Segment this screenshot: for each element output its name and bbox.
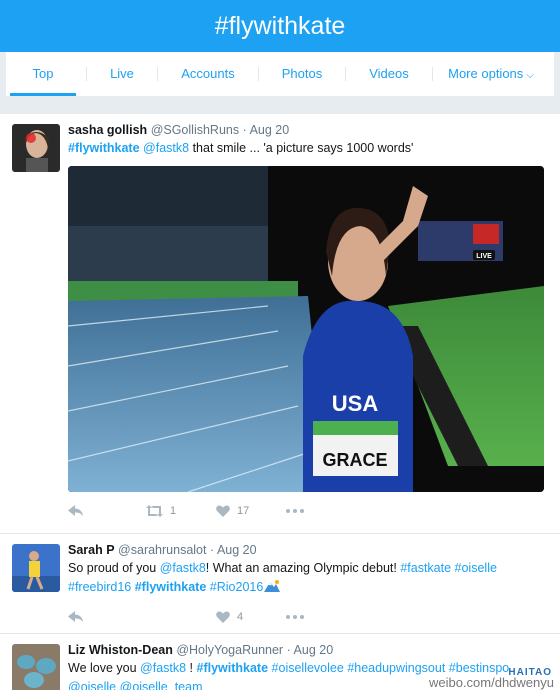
meta-separator: · — [286, 643, 291, 657]
hashtag-link[interactable]: #flywithkate — [197, 661, 269, 675]
mention-link[interactable]: @fastk8 — [140, 661, 186, 675]
tab-accounts[interactable]: Accounts — [158, 52, 258, 96]
like-count: 17 — [237, 505, 250, 517]
tweet-header: Liz Whiston-Dean @HolyYogaRunner · Aug 2… — [68, 642, 548, 659]
tweet-date[interactable]: Aug 20 — [294, 643, 334, 657]
tweet-text-part: that smile ... 'a picture says 1000 word… — [189, 141, 414, 155]
search-tabs: Top Live Accounts Photos Videos More opt… — [6, 52, 554, 96]
hashtag-link[interactable]: #freebird16 — [68, 580, 131, 594]
reply-button[interactable] — [68, 611, 216, 623]
mention-link[interactable]: @oiselle — [68, 680, 116, 690]
watermark-text: weibo.com/dhdwenyu — [428, 675, 554, 690]
hashtag-link[interactable]: #oisellevolee — [272, 661, 344, 675]
retweet-button[interactable]: 1 — [146, 505, 216, 517]
hashtag-link[interactable]: #headupwingsout — [347, 661, 445, 675]
page-title: #flywithkate — [214, 11, 346, 40]
tweet-text: So proud of you @fastk8! What an amazing… — [68, 559, 548, 597]
bib-country-text: USA — [332, 391, 379, 416]
hashtag-link[interactable]: #fastkate — [400, 561, 451, 575]
avatar[interactable] — [12, 124, 60, 172]
mention-link[interactable]: @fastk8 — [143, 141, 189, 155]
reply-icon — [68, 505, 83, 516]
tab-live[interactable]: Live — [87, 52, 157, 96]
page-header: #flywithkate — [0, 0, 560, 52]
tab-top[interactable]: Top — [10, 52, 76, 96]
mountain-emoji-icon — [264, 580, 281, 592]
more-dots-icon — [286, 509, 304, 513]
more-button[interactable] — [286, 615, 304, 619]
tweet-photo[interactable]: LIVE USA GRACE — [68, 166, 544, 492]
like-button[interactable]: 4 — [216, 611, 286, 623]
hashtag-link[interactable]: #Rio2016 — [210, 580, 264, 594]
mention-link[interactable]: @fastk8 — [160, 561, 206, 575]
tweet-actions: 4 — [68, 597, 548, 637]
tweet-text-part: So proud of you — [68, 561, 160, 575]
chevron-down-icon: ⌵ — [526, 70, 534, 81]
more-button[interactable] — [286, 509, 304, 513]
heart-icon — [216, 505, 230, 517]
tweet-text-part: ! What an amazing Olympic debut! — [205, 561, 401, 575]
tweet-text-part: We love you — [68, 661, 141, 675]
tweet-date[interactable]: Aug 20 — [217, 543, 257, 557]
tab-more-options[interactable]: More options ⌵ — [433, 52, 549, 96]
tweet-timeline: sasha gollish @SGollishRuns · Aug 20 #fl… — [0, 114, 560, 690]
hashtag-link[interactable]: #flywithkate — [135, 580, 207, 594]
retweet-count: 1 — [170, 505, 177, 517]
hashtag-link[interactable]: #bestinspo — [449, 661, 509, 675]
tweet-actions: 1 17 — [68, 492, 548, 530]
tweet-date[interactable]: Aug 20 — [250, 123, 290, 137]
bib-name-text: GRACE — [322, 450, 387, 470]
live-badge-text: LIVE — [476, 253, 492, 260]
hashtag-link[interactable]: #flywithkate — [68, 141, 140, 155]
tab-videos[interactable]: Videos — [346, 52, 432, 96]
tweet-header: sasha gollish @SGollishRuns · Aug 20 — [68, 122, 548, 139]
tweet-item[interactable]: Sarah P @sarahrunsalot · Aug 20 So proud… — [0, 534, 560, 634]
tab-photos[interactable]: Photos — [259, 52, 345, 96]
author-name[interactable]: Liz Whiston-Dean — [68, 643, 173, 657]
meta-separator: · — [242, 123, 247, 137]
author-handle[interactable]: @SGollishRuns — [151, 123, 239, 137]
tweet-item[interactable]: sasha gollish @SGollishRuns · Aug 20 #fl… — [0, 114, 560, 534]
author-name[interactable]: Sarah P — [68, 543, 115, 557]
heart-icon — [216, 611, 230, 623]
hashtag-link[interactable]: #oiselle — [455, 561, 497, 575]
tweet-text: #flywithkate @fastk8 that smile ... 'a p… — [68, 139, 548, 158]
retweet-icon — [146, 505, 163, 517]
like-count: 4 — [237, 611, 244, 623]
avatar[interactable] — [12, 544, 60, 592]
more-dots-icon — [286, 615, 304, 619]
avatar[interactable] — [12, 644, 60, 690]
like-button[interactable]: 17 — [216, 505, 286, 517]
author-handle[interactable]: @sarahrunsalot — [118, 543, 206, 557]
meta-separator: · — [209, 543, 215, 557]
mention-link[interactable]: @oiselle_team — [120, 680, 203, 690]
author-handle[interactable]: @HolyYogaRunner — [176, 643, 283, 657]
reply-icon — [68, 611, 83, 622]
tweet-text-part: ! — [186, 661, 197, 675]
tweet-header: Sarah P @sarahrunsalot · Aug 20 — [68, 542, 548, 559]
reply-button[interactable] — [68, 505, 146, 517]
author-name[interactable]: sasha gollish — [68, 123, 147, 137]
